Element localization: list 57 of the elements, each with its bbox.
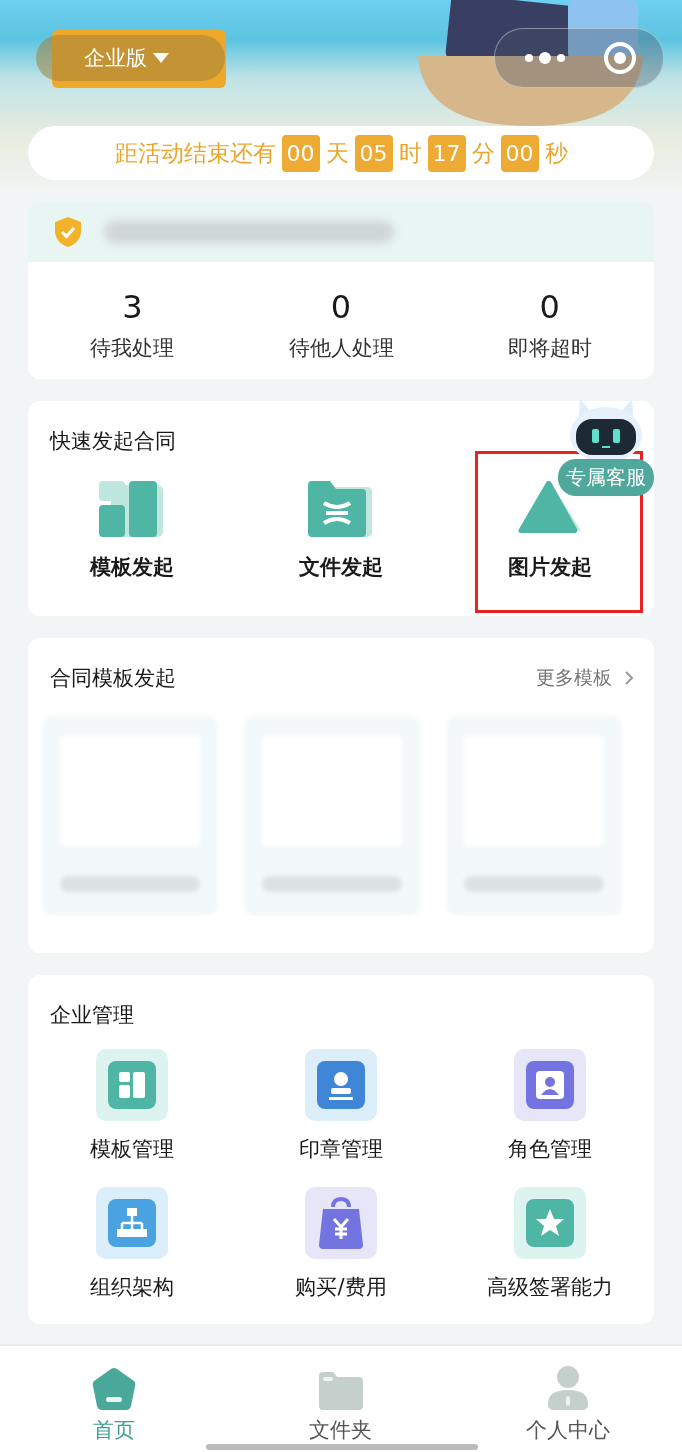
management-item[interactable]: 高级签署能力 [445, 1187, 654, 1301]
management-item[interactable]: 模板管理 [28, 1049, 237, 1163]
section-title: 快速发起合同 [48, 428, 176, 455]
management-item[interactable]: 购买/费用 [236, 1187, 446, 1301]
tab-bar-item[interactable]: 文件夹 [227, 1346, 455, 1452]
countdown-unit: 时 [398, 138, 422, 168]
close-icon[interactable] [603, 41, 637, 75]
quick-start-label[interactable]: 模板发起 [90, 553, 175, 581]
home-icon [91, 1368, 136, 1410]
shopping-bag-icon [317, 1197, 365, 1249]
task-stat[interactable]: 3 待我处理 [28, 288, 237, 362]
blurred-template-card[interactable] [42, 716, 218, 916]
section-title: 合同模板发起 [50, 665, 176, 692]
countdown-unit: 分 [471, 138, 495, 168]
task-stat[interactable]: 0 即将超时 [445, 288, 654, 362]
folder-icon [308, 481, 374, 537]
countdown-unit: 秒 [544, 138, 568, 168]
management-label: 高级签署能力 [486, 1274, 613, 1301]
management-item[interactable]: 组织架构 [28, 1187, 237, 1301]
countdown-label: 距活动结束还有 [114, 138, 276, 168]
countdown-value: 17 [427, 134, 466, 172]
quick-start-label[interactable]: 图片发起 [507, 553, 592, 581]
quick-start-label[interactable]: 文件发起 [299, 553, 383, 581]
task-label: 即将超时 [507, 335, 592, 362]
more-icon[interactable] [523, 50, 567, 66]
folder-icon [319, 1372, 363, 1410]
layout-icon [99, 481, 166, 537]
management-item[interactable]: 角色管理 [445, 1049, 654, 1163]
task-count: 0 [539, 288, 560, 326]
management-label: 角色管理 [507, 1136, 592, 1163]
management-item[interactable]: 印章管理 [236, 1049, 446, 1163]
task-label: 待他人处理 [288, 335, 394, 362]
management-label: 印章管理 [299, 1136, 383, 1163]
management-label: 模板管理 [90, 1136, 175, 1163]
task-stat[interactable]: 0 待他人处理 [236, 288, 446, 362]
tab-bar-item[interactable]: 个人中心 [454, 1346, 682, 1452]
shield-check-icon [54, 216, 82, 248]
org-chart-icon [108, 1199, 157, 1247]
countdown-value: 00 [500, 134, 539, 172]
management-label: 购买/费用 [295, 1274, 387, 1301]
task-label: 待我处理 [90, 335, 175, 362]
more-templates-link[interactable]: 更多模板 [536, 665, 634, 691]
caret-icon [153, 53, 169, 63]
countdown-value: 05 [354, 134, 393, 172]
blurred-template-card[interactable] [244, 716, 420, 916]
user-icon [525, 1061, 574, 1109]
countdown-unit: 天 [325, 138, 349, 168]
management-label: 组织架构 [90, 1274, 175, 1301]
blurred-template-card[interactable] [446, 716, 622, 916]
section-title: 企业管理 [49, 1002, 134, 1029]
task-count: 3 [122, 288, 143, 326]
layout-icon [108, 1061, 157, 1109]
chevron-right-icon [624, 670, 634, 686]
task-count: 0 [330, 288, 352, 326]
stamp-icon [317, 1061, 365, 1109]
person-icon [548, 1366, 589, 1410]
countdown-value: 00 [281, 134, 320, 172]
